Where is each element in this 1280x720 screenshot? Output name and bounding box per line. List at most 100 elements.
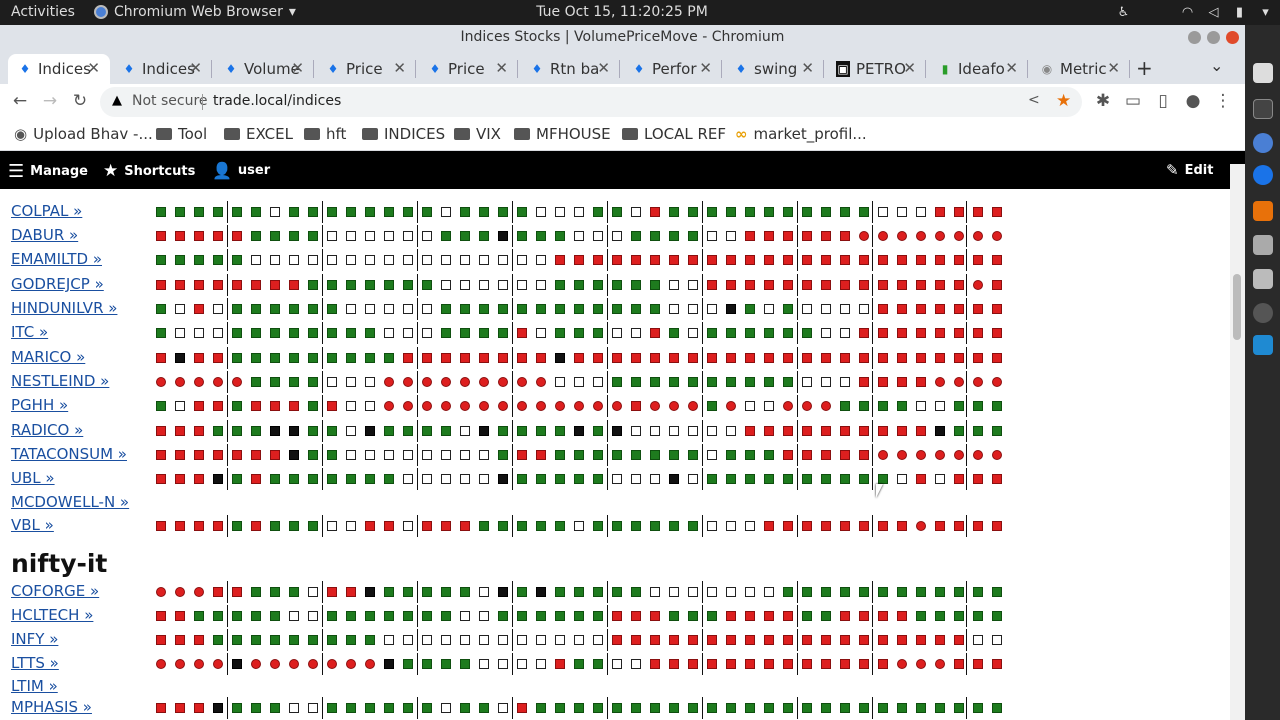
- close-tab-icon[interactable]: ✕: [1107, 59, 1120, 77]
- tab-search-icon[interactable]: ⌄: [1210, 56, 1223, 75]
- bookmark-1[interactable]: Tool: [156, 125, 207, 143]
- stock-link[interactable]: EMAMILTD »: [11, 250, 102, 268]
- tab-5[interactable]: ♦ Rtn ba ✕: [520, 54, 620, 84]
- signal-square: [783, 587, 793, 597]
- reload-icon[interactable]: ↻: [70, 91, 90, 111]
- files-icon[interactable]: [1253, 235, 1273, 255]
- signal-square: [954, 587, 964, 597]
- stock-link[interactable]: MPHASIS »: [11, 698, 92, 716]
- stock-link[interactable]: PGHH »: [11, 396, 68, 414]
- signal-square: [859, 611, 869, 621]
- stock-link[interactable]: INFY »: [11, 630, 58, 648]
- share-icon[interactable]: <: [1028, 92, 1040, 108]
- close-tab-icon[interactable]: ✕: [699, 59, 712, 77]
- browser-dock-icon[interactable]: [1253, 165, 1273, 185]
- stock-link[interactable]: HINDUNILVR »: [11, 299, 117, 317]
- signal-square: [764, 353, 774, 363]
- tab-3[interactable]: ♦ Price ✕: [316, 54, 416, 84]
- stock-link[interactable]: LTIM »: [11, 677, 58, 695]
- new-tab-icon[interactable]: +: [1136, 56, 1153, 80]
- bookmark-3[interactable]: hft: [304, 125, 346, 143]
- bookmark-0[interactable]: ◉ Upload Bhav -...: [14, 125, 153, 143]
- bookmark-7[interactable]: LOCAL REF: [622, 125, 726, 143]
- stock-link[interactable]: COLPAL »: [11, 202, 82, 220]
- warning-icon[interactable]: ▲: [112, 93, 122, 108]
- forward-icon[interactable]: →: [40, 91, 60, 111]
- bookmark-4[interactable]: INDICES: [362, 125, 445, 143]
- stock-link[interactable]: HCLTECH »: [11, 606, 93, 624]
- signal-square: [574, 426, 584, 436]
- stock-link[interactable]: TATACONSUM »: [11, 445, 127, 463]
- close-tab-icon[interactable]: ✕: [597, 59, 610, 77]
- stock-link[interactable]: GODREJCP »: [11, 275, 104, 293]
- bookmark-5[interactable]: VIX: [454, 125, 501, 143]
- edit-button[interactable]: ✎ Edit: [1166, 161, 1213, 179]
- menu-kebab-icon[interactable]: ⋮: [1213, 91, 1233, 111]
- chevron-down-icon[interactable]: ▾: [1258, 5, 1273, 20]
- bookmark-star-icon[interactable]: ★: [1056, 91, 1071, 111]
- software-store-icon[interactable]: [1253, 201, 1273, 221]
- settings-icon[interactable]: [1253, 303, 1273, 323]
- stock-link[interactable]: COFORGE »: [11, 582, 99, 600]
- bookmark-6[interactable]: MFHOUSE: [514, 125, 611, 143]
- signal-square: [764, 426, 774, 436]
- terminal-icon[interactable]: [1253, 99, 1273, 119]
- close-tab-icon[interactable]: ✕: [87, 59, 100, 77]
- close-tab-icon[interactable]: ✕: [495, 59, 508, 77]
- dock-app-icon[interactable]: [1253, 63, 1273, 83]
- scrollbar-thumb[interactable]: [1233, 274, 1241, 340]
- url-text[interactable]: trade.local/indices: [213, 93, 341, 109]
- stock-link[interactable]: NESTLEIND »: [11, 372, 109, 390]
- clock[interactable]: Tue Oct 15, 11:20:25 PM: [0, 4, 1244, 20]
- signal-dot: [403, 377, 413, 387]
- tab-2[interactable]: ♦ Volume ✕: [214, 54, 314, 84]
- stock-link[interactable]: VBL »: [11, 516, 54, 534]
- side-panel-icon[interactable]: ▯: [1153, 91, 1173, 111]
- signal-square: [802, 703, 812, 713]
- signal-square: [441, 521, 451, 531]
- manage-menu[interactable]: ☰ Manage: [8, 161, 88, 182]
- minimize-button[interactable]: [1188, 31, 1201, 44]
- close-tab-icon[interactable]: ✕: [903, 59, 916, 77]
- tab-4[interactable]: ♦ Price ✕: [418, 54, 518, 84]
- tab-1[interactable]: ♦ Indices ✕: [112, 54, 212, 84]
- bookmark-8[interactable]: ∞ market_profil...: [735, 125, 867, 143]
- close-tab-icon[interactable]: ✕: [189, 59, 202, 77]
- signal-square: [460, 353, 470, 363]
- omnibox[interactable]: ▲ Not secure trade.local/indices < ★: [100, 87, 1082, 117]
- accessibility-icon[interactable]: ♿: [1116, 5, 1131, 20]
- tab-9[interactable]: ▮ Ideafo ✕: [928, 54, 1028, 84]
- user-menu[interactable]: 👤 user: [212, 161, 270, 180]
- close-tab-icon[interactable]: ✕: [1005, 59, 1018, 77]
- tab-8[interactable]: ▣ PETRO ✕: [826, 54, 926, 84]
- stock-link[interactable]: RADICO »: [11, 421, 83, 439]
- signal-square: [270, 426, 280, 436]
- extensions-icon[interactable]: ✱: [1093, 91, 1113, 111]
- vscode-icon[interactable]: [1253, 335, 1273, 355]
- maximize-button[interactable]: [1207, 31, 1220, 44]
- tab-6[interactable]: ♦ Perfor ✕: [622, 54, 722, 84]
- tab-0[interactable]: ♦ Indices ✕: [8, 54, 110, 84]
- shortcuts-menu[interactable]: ★ Shortcuts: [103, 161, 195, 181]
- close-tab-icon[interactable]: ✕: [393, 59, 406, 77]
- profile-icon[interactable]: ●: [1183, 91, 1203, 111]
- stock-link[interactable]: MCDOWELL-N »: [11, 493, 129, 511]
- close-tab-icon[interactable]: ✕: [291, 59, 304, 77]
- security-label[interactable]: Not secure: [132, 93, 208, 109]
- stock-link[interactable]: MARICO »: [11, 348, 85, 366]
- page-scrollbar[interactable]: [1230, 164, 1245, 720]
- cast-icon[interactable]: ▭: [1123, 91, 1143, 111]
- chromium-icon[interactable]: [1253, 133, 1273, 153]
- stock-link[interactable]: LTTS »: [11, 654, 59, 672]
- screenshot-icon[interactable]: [1253, 269, 1273, 289]
- close-tab-icon[interactable]: ✕: [801, 59, 814, 77]
- tab-7[interactable]: ♦ swing ✕: [724, 54, 824, 84]
- stock-link[interactable]: ITC »: [11, 323, 48, 341]
- close-window-button[interactable]: [1226, 31, 1239, 44]
- bookmark-2[interactable]: EXCEL: [224, 125, 293, 143]
- stock-link[interactable]: DABUR »: [11, 226, 78, 244]
- back-icon[interactable]: ←: [10, 91, 30, 111]
- tab-10[interactable]: ◉ Metric ✕: [1030, 54, 1130, 84]
- signal-square: [764, 377, 774, 387]
- stock-link[interactable]: UBL »: [11, 469, 55, 487]
